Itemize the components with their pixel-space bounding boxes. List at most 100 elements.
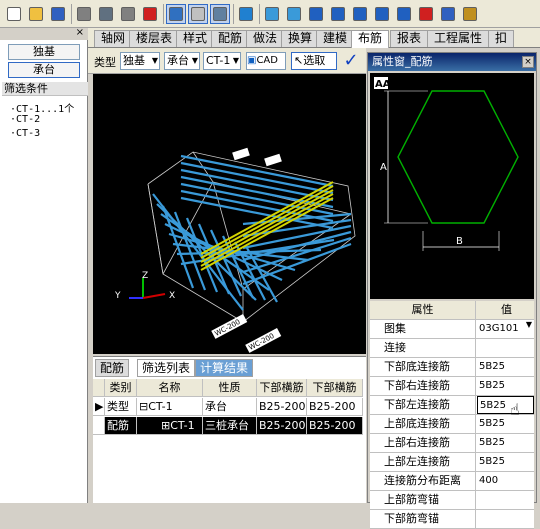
shape-d-glyph	[375, 7, 389, 21]
ruler-icon[interactable]	[460, 4, 480, 24]
shape-b-icon[interactable]	[328, 4, 348, 24]
tab-4[interactable]: 做法	[246, 30, 285, 47]
tab-7[interactable]: 布筋	[351, 30, 390, 48]
property-row[interactable]: 上部筋弯锚	[370, 491, 534, 510]
property-name: 连接	[370, 339, 476, 357]
grid-row-marker[interactable]: ▶	[93, 398, 105, 416]
property-value[interactable]: 03G101	[477, 320, 534, 338]
shape-c-icon[interactable]	[350, 4, 370, 24]
grid-cell-prop[interactable]: 承台	[203, 398, 257, 416]
property-row[interactable]: 上部左连接筋 5B25	[370, 453, 534, 472]
paste-icon[interactable]	[118, 4, 138, 24]
property-row[interactable]: 上部右连接筋 5B25	[370, 434, 534, 453]
tab-2[interactable]: 样式	[176, 30, 215, 47]
layers-icon[interactable]	[284, 4, 304, 24]
open-folder-icon[interactable]	[26, 4, 46, 24]
magic-wand-icon[interactable]	[236, 4, 256, 24]
tab-3[interactable]: 配筋	[211, 30, 250, 47]
tab-9[interactable]: 工程属性	[427, 30, 490, 47]
layers-glyph	[287, 7, 301, 21]
property-value[interactable]: 5B25	[477, 377, 534, 395]
grid-cell-b1[interactable]: B25-200	[257, 417, 307, 435]
copy-icon[interactable]	[96, 4, 116, 24]
bottom-tab-1[interactable]: 筛选列表	[137, 359, 196, 377]
tree-item[interactable]: ·CT-3	[10, 128, 40, 139]
grid-icon[interactable]	[262, 4, 282, 24]
table-view-icon[interactable]	[188, 4, 208, 24]
grid-cell-cat[interactable]: 类型	[105, 398, 137, 416]
property-value[interactable]: 5B25	[477, 434, 534, 452]
property-row[interactable]: 下部筋弯锚	[370, 510, 534, 529]
grid-cell-b1[interactable]: B25-200	[257, 398, 307, 416]
properties-icon[interactable]	[210, 4, 230, 24]
property-value[interactable]	[477, 339, 534, 357]
pin-icon[interactable]	[438, 4, 458, 24]
cut-icon[interactable]	[74, 4, 94, 24]
type-select-value: 独基	[123, 54, 145, 67]
property-value[interactable]: 400	[477, 472, 534, 490]
grid-header[interactable]: 性质	[203, 379, 257, 397]
bottom-tab-0[interactable]: 配筋	[95, 359, 130, 377]
property-row[interactable]: ▼ 图集 03G101	[370, 320, 534, 339]
sub-type-button[interactable]: 承台	[8, 62, 80, 78]
type-select[interactable]: 独基 ▼	[120, 52, 160, 70]
type-button[interactable]: 独基	[8, 44, 80, 60]
tab-6[interactable]: 建模	[316, 30, 355, 47]
3d-viewport[interactable]: Z Y X WC-200 WC-200	[93, 74, 366, 354]
tree-item[interactable]: ·CT-2	[10, 114, 40, 125]
save-icon[interactable]	[48, 4, 68, 24]
code-select[interactable]: CT-1 ▼	[203, 52, 241, 70]
property-value[interactable]: 5B25	[477, 396, 534, 414]
grid-header[interactable]: 下部横筋	[307, 379, 363, 397]
left-panel-close-icon[interactable]: ×	[76, 27, 84, 38]
main-tab-bar: 轴网 楼层表 样式 配筋 做法 换算 建模 布筋 报表 工程属性扣	[88, 28, 540, 48]
toolbar-separator	[259, 4, 260, 24]
grid-header[interactable]: 类别	[105, 379, 137, 397]
hand-cursor-icon: ☝	[510, 400, 520, 419]
property-row[interactable]: 连接	[370, 339, 534, 358]
property-name: 上部底连接筋	[370, 415, 476, 433]
property-value[interactable]: 5B25	[477, 453, 534, 471]
property-row[interactable]: 下部右连接筋 5B25	[370, 377, 534, 396]
tab-1[interactable]: 楼层表	[129, 30, 180, 47]
grid-header[interactable]: 下部横筋	[257, 379, 307, 397]
cad-button[interactable]: ▣CAD	[246, 52, 286, 70]
dimension-label: B	[456, 236, 463, 247]
delete-icon[interactable]	[140, 4, 160, 24]
grid-cell-cat[interactable]: 配筋	[105, 417, 137, 435]
confirm-check-icon[interactable]: ✓	[340, 50, 362, 72]
shape-a-icon[interactable]	[306, 4, 326, 24]
property-name: 下部左连接筋	[370, 396, 476, 414]
select-button[interactable]: ↖选取	[291, 52, 337, 70]
shape-e-icon[interactable]	[394, 4, 414, 24]
grid-cell-b2[interactable]: B25-200	[307, 398, 363, 416]
tree-view-icon[interactable]	[166, 4, 186, 24]
close-icon[interactable]: ×	[522, 56, 534, 68]
magnet-icon[interactable]	[416, 4, 436, 24]
tab-5[interactable]: 换算	[281, 30, 320, 47]
grid-row-marker[interactable]	[93, 417, 105, 435]
property-name: 下部筋弯锚	[370, 510, 476, 528]
tab-10[interactable]: 扣	[488, 30, 515, 47]
delete-glyph	[143, 7, 157, 21]
property-value[interactable]: 5B25	[477, 415, 534, 433]
bottom-tab-2[interactable]: 计算结果	[195, 359, 254, 377]
property-value[interactable]: 5B25	[477, 358, 534, 376]
grid-cell-b2[interactable]: B25-200	[307, 417, 363, 435]
grid-cell-name[interactable]: ⊞CT-1	[137, 417, 203, 435]
property-row[interactable]: 下部底连接筋 5B25	[370, 358, 534, 377]
grid-header[interactable]: 名称	[137, 379, 203, 397]
dimension-label: WC-200	[247, 332, 275, 352]
property-value[interactable]	[477, 491, 534, 509]
grid-cell-name[interactable]: ⊟CT-1	[137, 398, 203, 416]
subtype-select[interactable]: 承台 ▼	[164, 52, 200, 70]
tab-0[interactable]: 轴网	[94, 30, 133, 47]
tab-8[interactable]: 报表	[390, 30, 429, 47]
property-value[interactable]	[477, 510, 534, 528]
new-file-icon[interactable]	[4, 4, 24, 24]
shape-d-icon[interactable]	[372, 4, 392, 24]
property-row[interactable]: 连接筋分布距离 400	[370, 472, 534, 491]
property-name: 连接筋分布距离	[370, 472, 476, 490]
grid-cell-prop[interactable]: 三桩承台	[203, 417, 257, 435]
tree-item[interactable]: ·CT-1...1个	[10, 100, 74, 115]
